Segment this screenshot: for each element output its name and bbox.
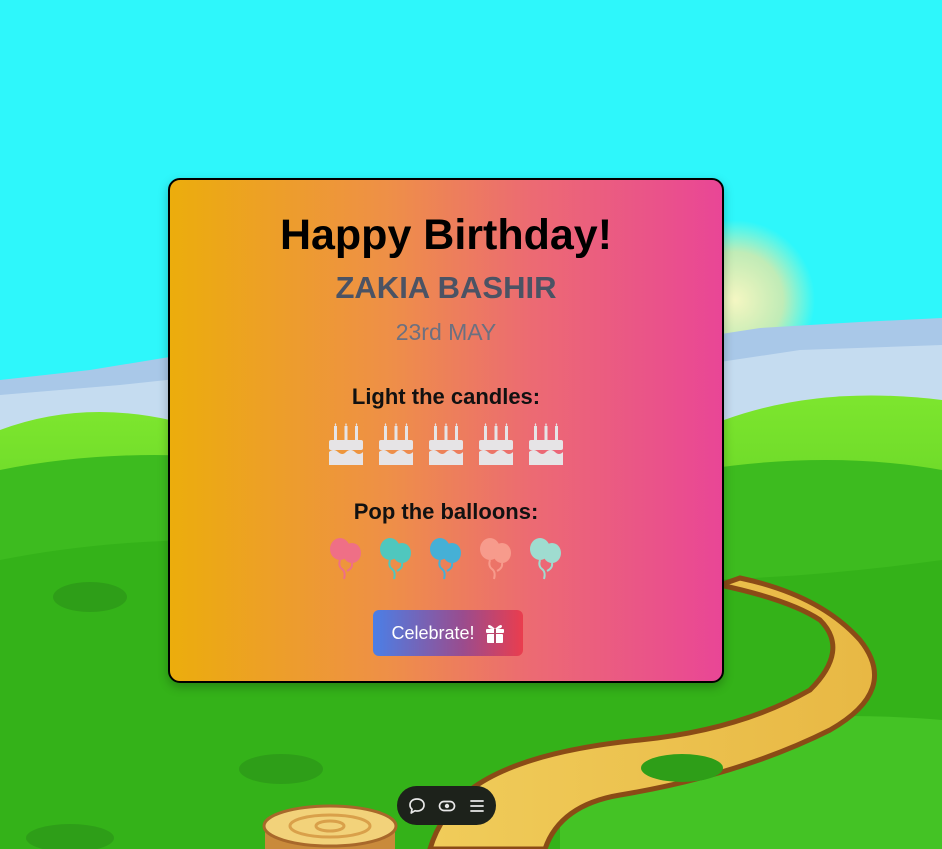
balloons-icon[interactable] [427, 538, 465, 580]
birthday-cake-icon[interactable] [427, 423, 465, 465]
celebrate-button[interactable]: Celebrate! [373, 610, 523, 656]
birthday-cake-icon[interactable] [477, 423, 515, 465]
eye-icon[interactable] [438, 797, 456, 815]
balloons-icon[interactable] [477, 538, 515, 580]
candles-label: Light the candles: [351, 384, 541, 409]
recipient-name: ZAKIA BASHIR [335, 270, 557, 305]
birthday-date: 23rd MAY [395, 319, 497, 345]
celebrate-label: Celebrate! [391, 622, 475, 643]
tree-stump [262, 804, 398, 849]
cakes-row [170, 423, 722, 465]
chat-bubble-icon[interactable] [408, 797, 426, 815]
birthday-card: Happy Birthday! ZAKIA BASHIR 23rd MAY Li… [168, 178, 724, 683]
birthday-cake-icon[interactable] [327, 423, 365, 465]
balloons-icon[interactable] [377, 538, 415, 580]
birthday-cake-icon[interactable] [377, 423, 415, 465]
gift-icon [485, 625, 504, 643]
menu-icon[interactable] [468, 797, 486, 815]
balloons-icon[interactable] [527, 538, 565, 580]
floating-toolbar [397, 786, 496, 825]
balloons-label: Pop the balloons: [353, 499, 539, 524]
balloons-icon[interactable] [327, 538, 365, 580]
card-title: Happy Birthday! [279, 211, 613, 259]
balloons-row [170, 538, 722, 580]
birthday-cake-icon[interactable] [527, 423, 565, 465]
